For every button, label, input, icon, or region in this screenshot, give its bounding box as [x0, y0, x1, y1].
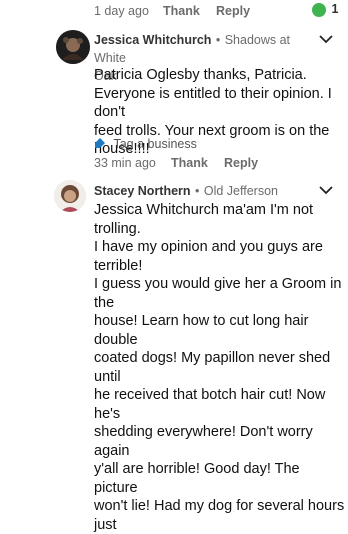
- tag-business-link[interactable]: Tag a business: [94, 137, 197, 151]
- thank-button[interactable]: Thank: [163, 4, 200, 18]
- comment-line: shedding everywhere! Don't worry again: [94, 424, 313, 459]
- comment-line: I guess you would give her a Groom in th…: [94, 276, 342, 311]
- thanks-count: 1: [331, 2, 339, 16]
- author-name[interactable]: Stacey Northern: [94, 184, 191, 198]
- comment-line: Everyone is entitled to their opinion. I…: [94, 85, 332, 121]
- tag-business-label: Tag a business: [113, 137, 197, 151]
- author-name[interactable]: Jessica Whitchurch: [94, 33, 211, 47]
- avatar[interactable]: [54, 180, 86, 212]
- comment-line: he received that botch hair cut! Now he'…: [94, 387, 326, 422]
- comment-line: Jessica Whitchurch ma'am I'm not trollin…: [94, 202, 314, 237]
- comment-header: Stacey Northern • Old Jefferson: [94, 183, 324, 199]
- thank-button[interactable]: Thank: [171, 156, 208, 170]
- chevron-down-icon[interactable]: [319, 34, 333, 44]
- separator: •: [215, 33, 221, 47]
- comment-line: coated dogs! My papillon never shed unti…: [94, 350, 331, 385]
- comment-time: 1 day ago: [94, 4, 149, 18]
- thanks-badge[interactable]: 1: [312, 2, 338, 17]
- avatar[interactable]: [56, 30, 90, 64]
- comment-line: Patricia Oglesby thanks, Patricia.: [94, 67, 307, 83]
- previous-comment-actions: 1 day ago Thank Reply 1: [0, 2, 348, 20]
- separator: •: [195, 184, 200, 198]
- avatar-image: [56, 30, 90, 64]
- chevron-down-icon[interactable]: [319, 185, 333, 195]
- thanks-icon: [312, 2, 326, 17]
- avatar-image: [54, 180, 86, 212]
- author-neighborhood[interactable]: Old Jefferson: [204, 184, 278, 198]
- comment-line: won't lie! Had my dog for several hours …: [94, 498, 345, 533]
- comment-time: 33 min ago: [94, 156, 156, 170]
- comment-line: y'all are horrible! Good day! The pictur…: [94, 461, 300, 496]
- reply-button[interactable]: Reply: [216, 4, 250, 18]
- comment-body: Jessica Whitchurch ma'am I'm not trollin…: [94, 201, 346, 534]
- comment-line: house! Learn how to cut long hair double: [94, 313, 309, 348]
- reply-button[interactable]: Reply: [224, 156, 258, 170]
- tag-icon: [95, 138, 105, 148]
- comment-line: I have my opinion and you guys are terri…: [94, 239, 323, 274]
- comment-actions: 33 min ago Thank Reply: [0, 156, 348, 172]
